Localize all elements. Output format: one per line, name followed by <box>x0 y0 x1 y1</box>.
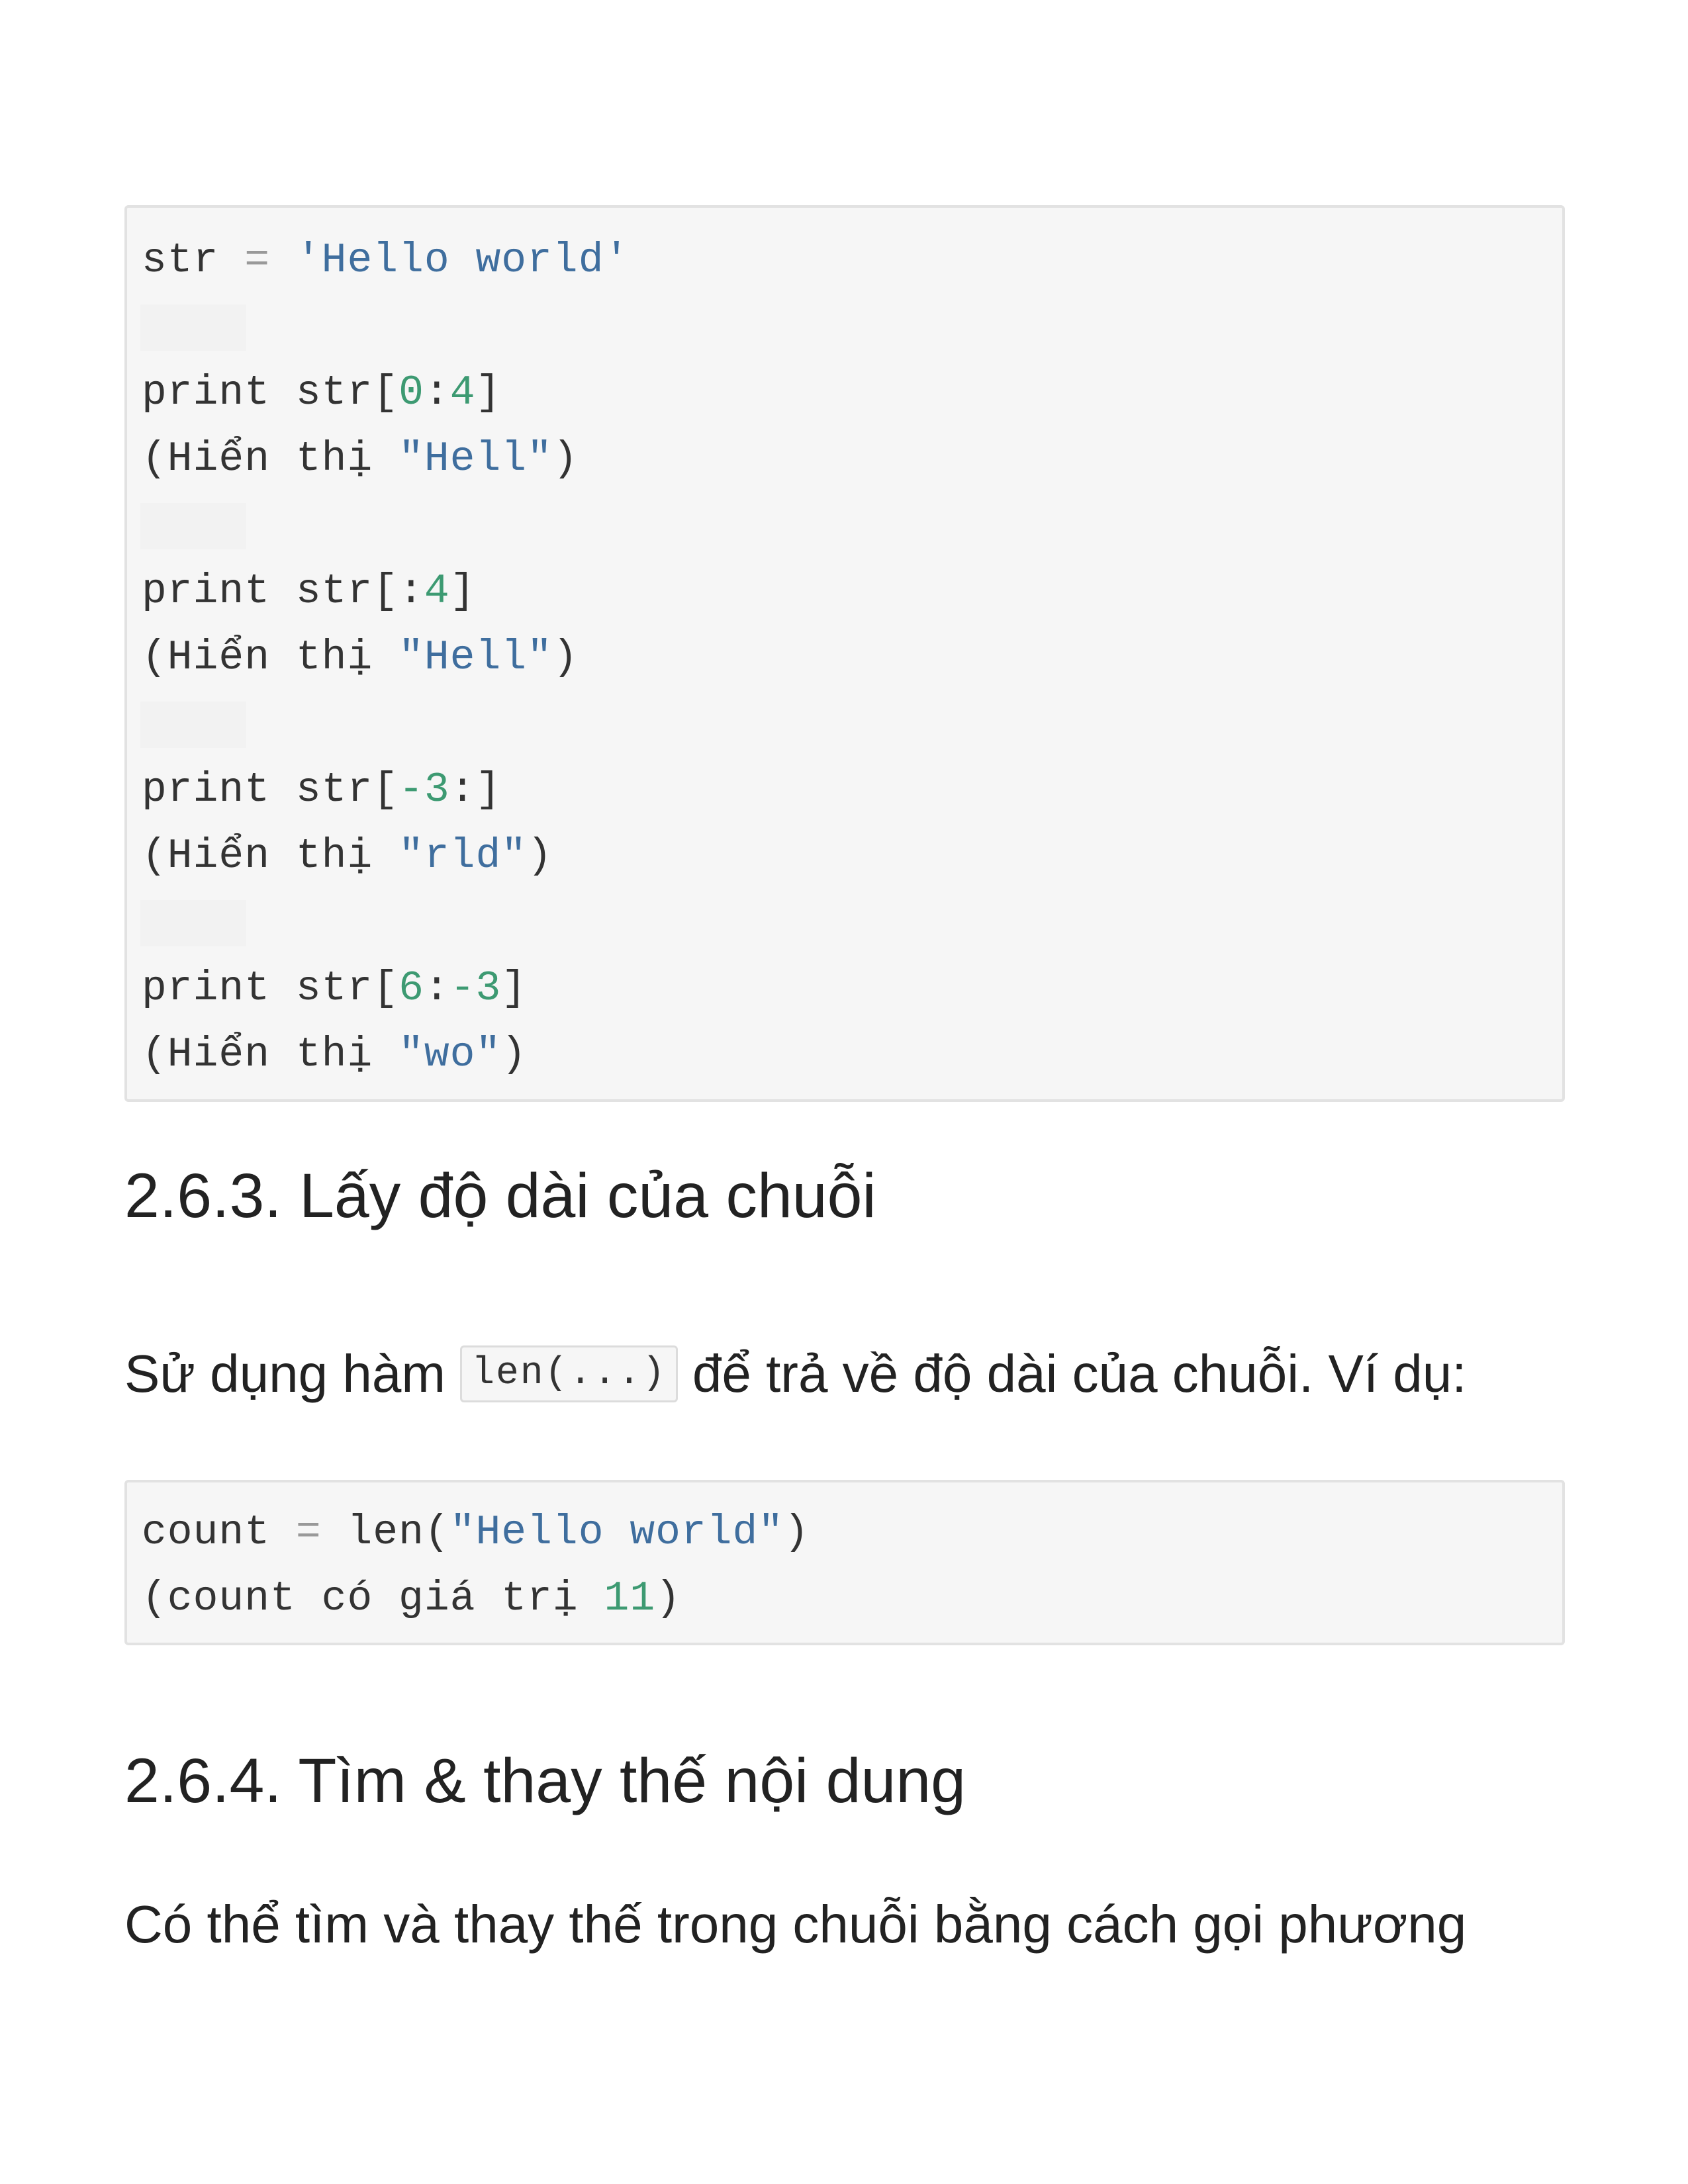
code-line: print str[0:4] <box>142 367 501 420</box>
code-blank-line <box>140 900 246 946</box>
code-token: ) <box>527 833 553 880</box>
code-token: 4 <box>449 369 476 416</box>
code-token: 4 <box>424 568 450 615</box>
code-token: (count có giá trị <box>142 1575 604 1622</box>
code-token: print str[: <box>142 568 424 615</box>
paragraph-text-after: để trả về độ dài của chuỗi. Ví dụ: <box>677 1344 1467 1403</box>
code-token: print str[ <box>142 369 399 416</box>
code-token: (Hiển thị <box>142 435 399 482</box>
code-blank-line <box>140 702 246 748</box>
code-line: (Hiển thị "Hell") <box>142 433 579 486</box>
section-heading-2-6-3: 2.6.3. Lấy độ dài của chuỗi <box>124 1161 876 1231</box>
code-token: count <box>142 1509 296 1556</box>
code-token: (Hiển thị <box>142 634 399 681</box>
code-token: ) <box>655 1575 681 1622</box>
code-line: count = len("Hello world") <box>142 1506 810 1559</box>
code-token: ) <box>552 435 579 482</box>
paragraph-text-before: Sử dụng hàm <box>124 1344 461 1403</box>
code-token: str <box>142 237 245 284</box>
code-token: :] <box>449 766 502 813</box>
code-line: (count có giá trị 11) <box>142 1572 681 1625</box>
code-token: "Hello world" <box>449 1509 784 1556</box>
code-token: ] <box>449 568 476 615</box>
code-token: 0 <box>399 369 424 416</box>
code-line: (Hiển thị "Hell") <box>142 631 579 684</box>
code-line: print str[:4] <box>142 565 476 618</box>
code-line: (Hiển thị "wo") <box>142 1028 527 1081</box>
code-token: print str[ <box>142 965 399 1012</box>
code-token: ] <box>475 369 502 416</box>
code-token: = <box>244 237 271 284</box>
code-token: "wo" <box>399 1031 502 1078</box>
code-line: (Hiển thị "rld") <box>142 830 553 883</box>
code-token: "Hell" <box>399 435 553 482</box>
code-line: print str[-3:] <box>142 764 501 817</box>
paragraph-len-description: Sử dụng hàm len(...) để trả về độ dài củ… <box>124 1341 1467 1407</box>
code-line: str = 'Hello world' <box>142 234 630 287</box>
code-token: ) <box>501 1031 528 1078</box>
code-token: (Hiển thị <box>142 1031 399 1078</box>
section-heading-2-6-4: 2.6.4. Tìm & thay thế nội dung <box>124 1746 966 1816</box>
paragraph-find-replace: Có thể tìm và thay thế trong chuỗi bằng … <box>124 1895 1467 1954</box>
code-blank-line <box>140 304 246 351</box>
code-token: len( <box>321 1509 450 1556</box>
code-token: 6 <box>399 965 424 1012</box>
code-block-len-example: count = len("Hello world") (count có giá … <box>124 1480 1565 1645</box>
code-token: ) <box>552 634 579 681</box>
code-token: 11 <box>604 1575 656 1622</box>
code-token: -3 <box>399 766 450 813</box>
code-block-string-slicing: str = 'Hello world' print str[0:4] (Hiển t… <box>124 205 1565 1102</box>
code-token: = <box>295 1509 322 1556</box>
code-blank-line <box>140 503 246 549</box>
code-token: print str[ <box>142 766 399 813</box>
code-token: 'Hello world' <box>295 237 630 284</box>
code-line: print str[6:-3] <box>142 962 527 1015</box>
code-token: "Hell" <box>399 634 553 681</box>
code-token: : <box>424 369 450 416</box>
code-token: "rld" <box>399 833 528 880</box>
code-token: ) <box>784 1509 810 1556</box>
code-token: -3 <box>449 965 502 1012</box>
code-token: : <box>424 965 450 1012</box>
inline-code-len: len(...) <box>460 1345 678 1402</box>
code-token: ] <box>501 965 528 1012</box>
code-token: (Hiển thị <box>142 833 399 880</box>
